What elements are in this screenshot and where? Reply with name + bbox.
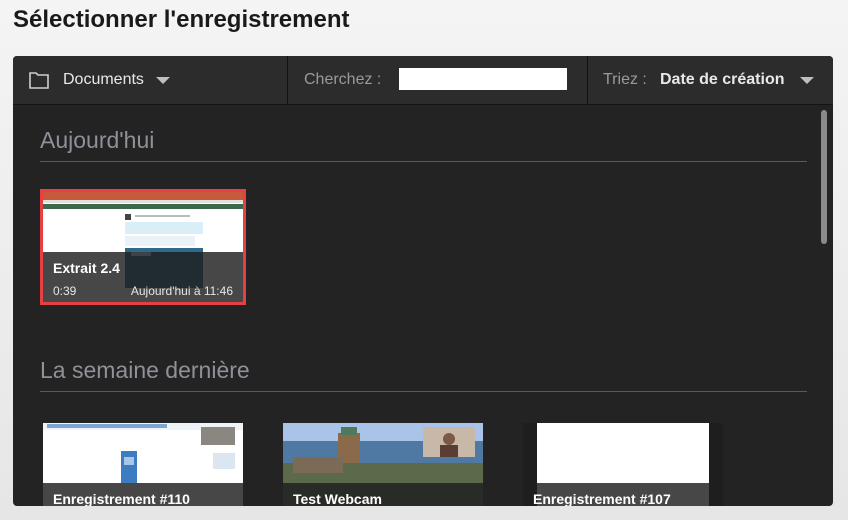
card-title: Test Webcam: [293, 491, 382, 506]
search-input[interactable]: [399, 68, 567, 90]
card-title: Enregistrement #110: [53, 491, 190, 506]
section-title-last-week: La semaine dernière: [40, 357, 250, 383]
scrollbar-thumb[interactable]: [821, 110, 827, 244]
recording-card[interactable]: Extrait 2.4 0:39 Aujourd'hui à 11:46: [40, 189, 246, 305]
dialog-title: Sélectionner l'enregistrement: [13, 6, 350, 33]
section-title-today: Aujourd'hui: [40, 127, 155, 153]
recording-card[interactable]: Enregistrement #110: [43, 423, 243, 506]
toolbar: Documents Cherchez : Triez : Date de cré…: [13, 56, 833, 105]
toolbar-divider: [287, 56, 288, 104]
recording-card[interactable]: Test Webcam: [283, 423, 483, 506]
sort-label: Triez :: [603, 71, 647, 88]
chevron-down-icon: [155, 76, 170, 84]
card-caption: Enregistrement #107: [523, 483, 723, 506]
card-caption: Enregistrement #110: [43, 483, 243, 506]
chevron-down-icon[interactable]: [800, 77, 814, 84]
toolbar-divider: [587, 56, 588, 104]
folder-selector[interactable]: Documents: [29, 68, 170, 92]
card-duration: 0:39: [53, 284, 77, 298]
card-title: Enregistrement #107: [533, 491, 671, 506]
section-divider: [40, 161, 807, 162]
folder-icon: [29, 71, 49, 89]
card-caption: Test Webcam: [283, 483, 483, 506]
section-divider: [40, 391, 807, 392]
sort-selector[interactable]: Date de création: [660, 71, 784, 89]
search-label: Cherchez :: [304, 71, 382, 88]
card-title: Extrait 2.4: [53, 260, 120, 276]
folder-label: Documents: [63, 71, 144, 88]
card-date: Aujourd'hui à 11:46: [130, 284, 233, 298]
recording-card[interactable]: Enregistrement #107: [523, 423, 723, 506]
recordings-panel: Documents Cherchez : Triez : Date de cré…: [13, 56, 833, 506]
card-caption: Extrait 2.4 0:39 Aujourd'hui à 11:46: [43, 252, 243, 302]
